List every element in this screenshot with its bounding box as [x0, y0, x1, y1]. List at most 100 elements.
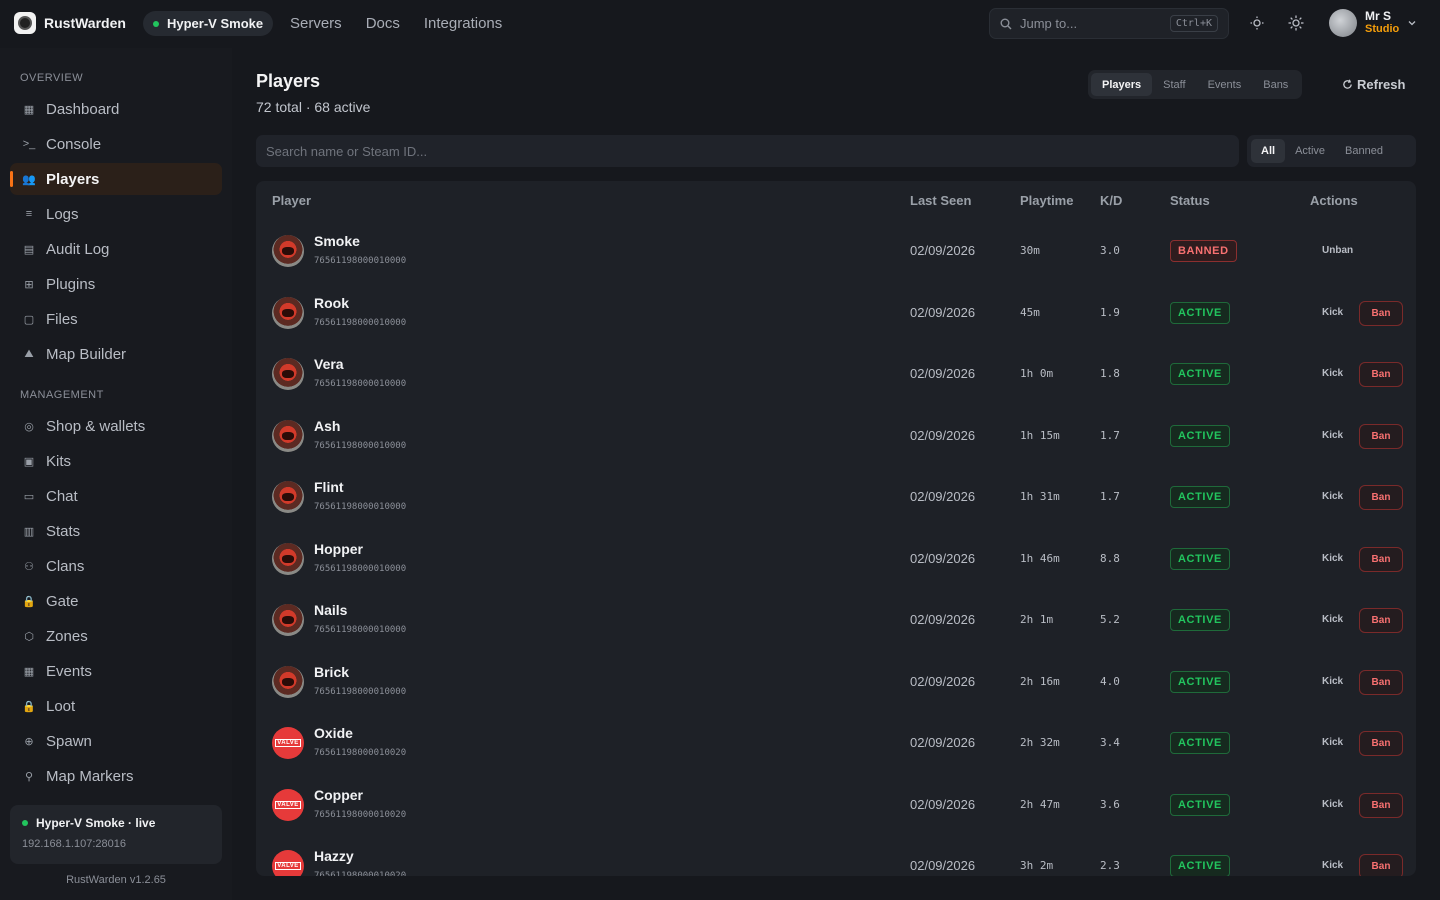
sidebar-item-plugins[interactable]: ⊞ Plugins: [10, 268, 222, 300]
player-name[interactable]: Smoke: [314, 233, 360, 249]
sidebar-item-logs[interactable]: ≡ Logs: [10, 198, 222, 230]
sidebar-item-files[interactable]: ▢ Files: [10, 303, 222, 335]
filter-active[interactable]: Active: [1285, 139, 1335, 163]
col-kd[interactable]: K/D: [1100, 193, 1122, 208]
kick-button[interactable]: Kick: [1322, 676, 1343, 687]
sidebar-item-zones[interactable]: ⬡ Zones: [10, 620, 222, 652]
nav-integrations[interactable]: Integrations: [424, 15, 502, 32]
unban-button[interactable]: Unban: [1322, 245, 1353, 256]
table-row[interactable]: Ash 76561198000010000 02/09/2026 1h 15m …: [256, 405, 1416, 467]
col-player[interactable]: Player: [272, 193, 311, 208]
sidebar-item-clans[interactable]: ⚇ Clans: [10, 550, 222, 582]
player-name[interactable]: Flint: [314, 479, 344, 495]
ban-button[interactable]: Ban: [1359, 792, 1403, 818]
ban-button[interactable]: Ban: [1359, 300, 1403, 326]
stats-icon: ▥: [23, 525, 35, 538]
sidebar-item-label: Map Builder: [46, 345, 127, 363]
nav-docs[interactable]: Docs: [366, 15, 400, 32]
player-name[interactable]: Hazzy: [314, 848, 354, 864]
sidebar-item-shop-wallets[interactable]: ◎ Shop & wallets: [10, 410, 222, 442]
sidebar-item-events[interactable]: ▦ Events: [10, 655, 222, 687]
sidebar-item-stats[interactable]: ▥ Stats: [10, 515, 222, 547]
player-name[interactable]: Hopper: [314, 541, 363, 557]
kick-button[interactable]: Kick: [1322, 430, 1343, 441]
sidebar-item-players[interactable]: 👥 Players: [10, 163, 222, 195]
settings-icon[interactable]: [1286, 13, 1306, 33]
sidebar-item-chat[interactable]: ▭ Chat: [10, 480, 222, 512]
ban-button[interactable]: Ban: [1359, 731, 1403, 756]
kick-button[interactable]: Kick: [1322, 799, 1343, 810]
sidebar-item-kits[interactable]: ▣ Kits: [10, 445, 222, 477]
kick-button[interactable]: Kick: [1322, 491, 1343, 502]
sidebar-item-console[interactable]: >_ Console: [10, 128, 222, 160]
steam-id: 76561198000010020: [314, 809, 407, 820]
ban-button[interactable]: Ban: [1359, 362, 1403, 387]
sidebar-item-audit-log[interactable]: ▤ Audit Log: [10, 233, 222, 265]
player-name[interactable]: Oxide: [314, 725, 353, 741]
player-name[interactable]: Brick: [314, 664, 349, 680]
kick-button[interactable]: Kick: [1322, 737, 1343, 748]
player-search[interactable]: [256, 135, 1239, 167]
player-name[interactable]: Nails: [314, 602, 347, 618]
sidebar-item-gate[interactable]: 🔒 Gate: [10, 585, 222, 617]
filter-banned[interactable]: Banned: [1335, 139, 1393, 163]
jump-to-search[interactable]: Jump to... Ctrl+K: [989, 8, 1229, 39]
sidebar-item-map-builder[interactable]: ⛰ Map Builder: [10, 338, 222, 370]
player-name[interactable]: Vera: [314, 356, 344, 372]
kit-icon: ▣: [23, 455, 35, 468]
kick-button[interactable]: Kick: [1322, 553, 1343, 564]
refresh-button[interactable]: Refresh: [1342, 77, 1405, 92]
ban-button[interactable]: Ban: [1359, 423, 1403, 449]
rust-avatar-icon: [272, 604, 304, 636]
table-row[interactable]: VALVE Oxide 76561198000010020 02/09/2026…: [256, 712, 1416, 774]
table-row[interactable]: VALVE Copper 76561198000010020 02/09/202…: [256, 774, 1416, 836]
file-icon: ▢: [23, 313, 35, 326]
ban-button[interactable]: Ban: [1359, 546, 1403, 572]
col-playtime[interactable]: Playtime: [1020, 193, 1073, 208]
sidebar-item-map-markers[interactable]: ⚲ Map Markers: [10, 760, 222, 792]
grid-icon: ▦: [23, 103, 35, 116]
sidebar-item-dashboard[interactable]: ▦ Dashboard: [10, 93, 222, 125]
ban-button[interactable]: Ban: [1359, 669, 1403, 695]
filter-all[interactable]: All: [1251, 139, 1286, 163]
table-row[interactable]: Brick 76561198000010000 02/09/2026 2h 16…: [256, 651, 1416, 713]
player-name[interactable]: Ash: [314, 418, 340, 434]
sidebar-item-loot[interactable]: 🔒 Loot: [10, 690, 222, 722]
last-seen: 02/09/2026: [910, 673, 976, 689]
tab-events[interactable]: Events: [1197, 73, 1253, 96]
nav-servers[interactable]: Servers: [290, 15, 342, 32]
ban-button[interactable]: Ban: [1359, 854, 1403, 876]
tab-players[interactable]: Players: [1091, 73, 1153, 96]
user-menu[interactable]: Mr S Studio: [1329, 9, 1417, 37]
kick-button[interactable]: Kick: [1322, 614, 1343, 625]
table-row[interactable]: VALVE Hazzy 76561198000010020 02/09/2026…: [256, 835, 1416, 876]
pin-icon: ⚲: [24, 770, 34, 783]
server-selector[interactable]: Hyper-V Smoke: [143, 11, 274, 36]
server-status-card[interactable]: Hyper-V Smoke · live 192.168.1.107:28016: [10, 805, 222, 864]
table-row[interactable]: Vera 76561198000010000 02/09/2026 1h 0m …: [256, 343, 1416, 405]
kick-button[interactable]: Kick: [1322, 307, 1343, 318]
tab-bans[interactable]: Bans: [1252, 73, 1299, 96]
player-name[interactable]: Copper: [314, 787, 363, 803]
tab-staff[interactable]: Staff: [1152, 73, 1196, 96]
playtime: 2h 32m: [1020, 736, 1060, 749]
brand[interactable]: RustWarden: [14, 12, 126, 34]
kick-button[interactable]: Kick: [1322, 368, 1343, 379]
light-theme-icon[interactable]: [1247, 13, 1267, 33]
ban-button[interactable]: Ban: [1359, 608, 1403, 633]
table-row[interactable]: Flint 76561198000010000 02/09/2026 1h 31…: [256, 466, 1416, 528]
kick-button[interactable]: Kick: [1322, 860, 1343, 871]
table-row[interactable]: Nails 76561198000010000 02/09/2026 2h 1m…: [256, 589, 1416, 651]
server-card-title: Hyper-V Smoke · live: [36, 816, 156, 830]
player-name[interactable]: Rook: [314, 295, 349, 311]
sidebar-item-label: Dashboard: [46, 100, 120, 118]
table-row[interactable]: Hopper 76561198000010000 02/09/2026 1h 4…: [256, 528, 1416, 590]
rust-avatar-icon: [272, 296, 304, 329]
table-row[interactable]: Rook 76561198000010000 02/09/2026 45m 1.…: [256, 282, 1416, 344]
search-input[interactable]: [266, 143, 1239, 159]
col-status[interactable]: Status: [1170, 193, 1210, 208]
sidebar-item-spawn[interactable]: ⊕ Spawn: [10, 725, 222, 757]
ban-button[interactable]: Ban: [1359, 485, 1403, 510]
col-last-seen[interactable]: Last Seen: [910, 193, 971, 208]
table-row[interactable]: Smoke 76561198000010000 02/09/2026 30m 3…: [256, 220, 1416, 282]
